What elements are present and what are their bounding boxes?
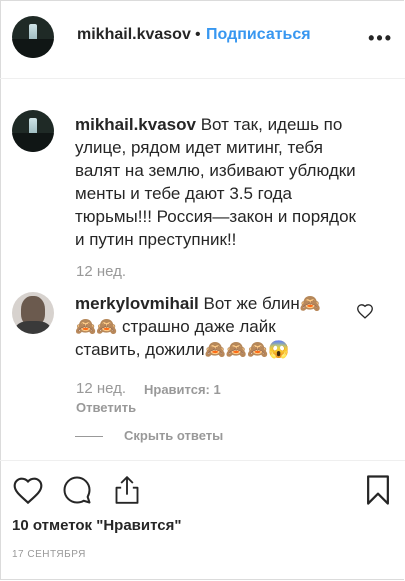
comment-username[interactable]: merkylovmihail xyxy=(75,294,199,313)
share-icon[interactable] xyxy=(113,474,141,506)
more-options-icon[interactable]: ••• xyxy=(368,28,393,49)
caption-line-2: улице, рядом идет митинг, тебя xyxy=(75,138,323,157)
comment-icon[interactable] xyxy=(62,475,92,505)
caption-line-1: Вот так, идешь по xyxy=(200,115,343,134)
caption-timestamp[interactable]: 12 нед. xyxy=(76,263,126,280)
caption-avatar[interactable] xyxy=(12,110,54,152)
follow-button[interactable]: Подписаться xyxy=(206,26,311,44)
replies-divider-line xyxy=(75,436,103,437)
comment-likes-count[interactable]: Нравится: 1 xyxy=(144,382,221,397)
comment-avatar[interactable] xyxy=(12,292,54,334)
heart-icon[interactable] xyxy=(12,475,44,505)
comment-text: merkylovmihail Вот же блин🙈 🙈🙈 страшно д… xyxy=(75,292,355,361)
comment-line-3: ставить, дожили🙈🙈🙈😱 xyxy=(75,340,290,359)
caption-line-4: менты и тебе дают 3.5 года xyxy=(75,184,292,203)
caption-text: mikhail.kvasov Вот так, идешь по улице, … xyxy=(75,113,400,251)
header-avatar[interactable] xyxy=(12,16,54,58)
comment-line-1: Вот же блин🙈 xyxy=(203,294,321,313)
header-username[interactable]: mikhail.kvasov xyxy=(77,26,191,44)
header-separator-dot: • xyxy=(195,26,201,43)
comment-timestamp[interactable]: 12 нед. xyxy=(76,380,126,397)
caption-username[interactable]: mikhail.kvasov xyxy=(75,115,196,134)
bookmark-icon[interactable] xyxy=(365,474,391,506)
post-date[interactable]: 17 СЕНТЯБРЯ xyxy=(12,549,86,560)
caption-line-3: валят на землю, избивают ублюдки xyxy=(75,161,356,180)
comment-line-2: 🙈🙈 страшно даже лайк xyxy=(75,317,276,336)
likes-count[interactable]: 10 отметок "Нравится" xyxy=(12,517,181,534)
caption-line-6: и путин преступник!! xyxy=(75,230,237,249)
post-header: mikhail.kvasov • Подписаться ••• xyxy=(0,0,405,79)
comment-heart-icon[interactable] xyxy=(356,303,374,319)
caption-line-5: тюрьмы!!! Россия—закон и порядок xyxy=(75,207,356,226)
hide-replies-button[interactable]: Скрыть ответы xyxy=(124,428,223,443)
reply-button[interactable]: Ответить xyxy=(76,400,136,415)
